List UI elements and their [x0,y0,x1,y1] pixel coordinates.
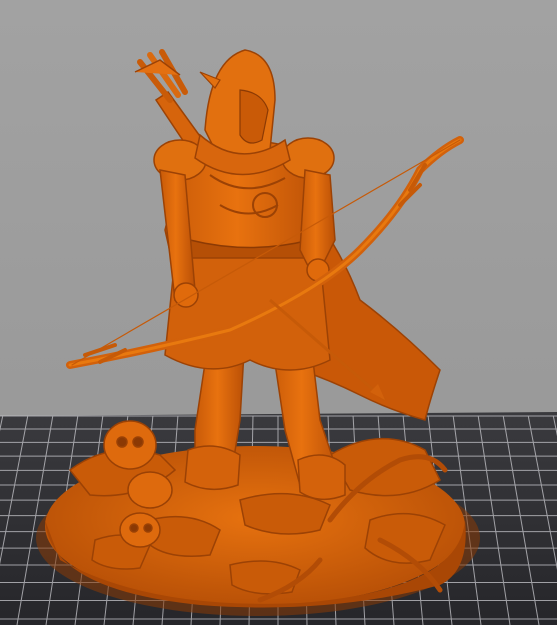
scene-canvas[interactable] [0,0,557,625]
left-boot [184,445,241,491]
archer-miniature-model[interactable] [36,49,480,616]
3d-viewport[interactable] [0,0,557,625]
right-boot [297,454,346,501]
